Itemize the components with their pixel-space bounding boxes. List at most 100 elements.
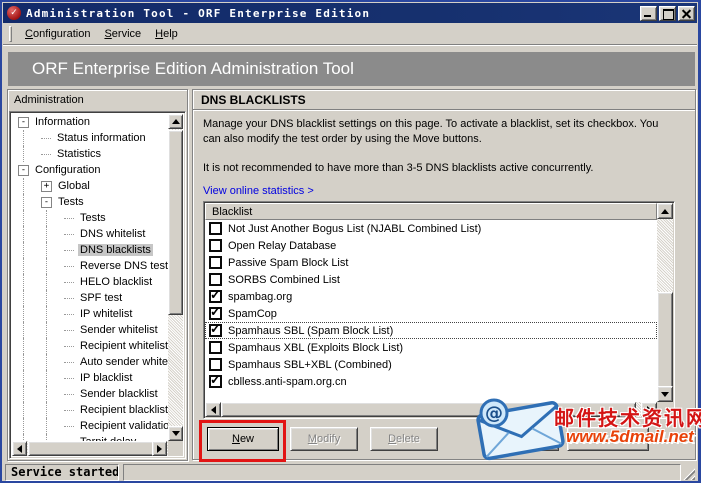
tree-expander[interactable] — [41, 138, 51, 139]
blacklist-checkbox[interactable] — [209, 375, 222, 388]
blacklist-row[interactable]: Spamhaus XBL (Exploits Block List) — [205, 339, 657, 356]
tree-item-label[interactable]: Sender blacklist — [78, 388, 160, 400]
tree-item[interactable]: IP whitelist — [12, 306, 168, 322]
blacklist-row[interactable]: Passive Spam Block List — [205, 254, 657, 271]
tree-item-label[interactable]: Recipient blacklist — [78, 404, 168, 416]
blacklist-checkbox[interactable] — [209, 222, 222, 235]
new-button[interactable]: New — [207, 427, 279, 451]
move-up-button[interactable]: Move Up — [489, 427, 559, 451]
tree-item[interactable]: - Information — [12, 114, 168, 130]
menu-service[interactable]: Service — [97, 26, 148, 42]
tree-scroll-down-button[interactable] — [168, 426, 183, 441]
tree-item[interactable]: Tests — [12, 210, 168, 226]
tree-item-label[interactable]: Configuration — [33, 164, 102, 176]
tree-expander[interactable] — [64, 426, 74, 427]
tree-scroll-left-button[interactable] — [12, 441, 27, 456]
tree-item-label[interactable]: IP blacklist — [78, 372, 134, 384]
tree-item[interactable]: HELO blacklist — [12, 274, 168, 290]
tree-item[interactable]: Auto sender whitelist — [12, 354, 168, 370]
maximize-button[interactable] — [659, 6, 676, 21]
list-vscrollbar-thumb[interactable] — [657, 292, 673, 388]
blacklist-checkbox[interactable] — [209, 239, 222, 252]
menu-configuration[interactable]: Configuration — [18, 26, 97, 42]
tree-item-label[interactable]: DNS blacklists — [78, 244, 153, 256]
tree-item[interactable]: Recipient blacklist — [12, 402, 168, 418]
tree-item[interactable]: Recipient whitelist — [12, 338, 168, 354]
delete-button[interactable]: Delete — [370, 427, 438, 451]
tree-item-label[interactable]: Auto sender whitelist — [78, 356, 168, 368]
tree-expander[interactable] — [64, 266, 74, 267]
tree-item-label[interactable]: Recipient whitelist — [78, 340, 168, 352]
modify-button[interactable]: Modify — [290, 427, 358, 451]
tree-expander[interactable] — [64, 394, 74, 395]
tree-expander[interactable] — [64, 346, 74, 347]
blacklist-checkbox[interactable] — [209, 358, 222, 371]
blacklist-checkbox[interactable] — [209, 273, 222, 286]
tree-item[interactable]: - Tests — [12, 194, 168, 210]
minimize-button[interactable] — [640, 6, 657, 21]
tree-item[interactable]: IP blacklist — [12, 370, 168, 386]
tree-item[interactable]: SPF test — [12, 290, 168, 306]
resize-grip[interactable] — [682, 467, 695, 480]
move-down-button[interactable]: Move Down — [567, 427, 649, 451]
tree-item-label[interactable]: Reverse DNS test — [78, 260, 168, 272]
tree-expander[interactable] — [64, 234, 74, 235]
tree-expander[interactable] — [64, 378, 74, 379]
blacklist-column-header[interactable]: Blacklist — [205, 203, 657, 220]
tree-item-label[interactable]: Statistics — [55, 148, 103, 160]
tree-expander[interactable] — [64, 218, 74, 219]
list-scroll-up-button[interactable] — [657, 203, 673, 219]
tree-item-label[interactable]: Tests — [56, 196, 86, 208]
tree-item-label[interactable]: Information — [33, 116, 92, 128]
tree-scroll-right-button[interactable] — [152, 441, 167, 456]
blacklist-row[interactable]: SpamCop — [205, 305, 657, 322]
menu-help[interactable]: Help — [148, 26, 185, 42]
tree-expander[interactable] — [64, 330, 74, 331]
list-scroll-down-button[interactable] — [657, 386, 673, 402]
blacklist-row[interactable]: Open Relay Database — [205, 237, 657, 254]
blacklist-checkbox[interactable] — [209, 307, 222, 320]
tree-item-label[interactable]: Tests — [78, 212, 108, 224]
blacklist-row[interactable]: Spamhaus SBL (Spam Block List) — [205, 322, 657, 339]
tree-item-label[interactable]: HELO blacklist — [78, 276, 154, 288]
tree-vscrollbar-thumb[interactable] — [168, 130, 183, 315]
tree-expander[interactable] — [64, 314, 74, 315]
tree-item-label[interactable]: IP whitelist — [78, 308, 134, 320]
tree-item[interactable]: Sender whitelist — [12, 322, 168, 338]
blacklist-checkbox[interactable] — [209, 324, 222, 337]
blacklist-row[interactable]: cblless.anti-spam.org.cn — [205, 373, 657, 390]
tree-expander[interactable] — [64, 250, 74, 251]
tree-expander[interactable] — [64, 410, 74, 411]
tree-hscrollbar-thumb[interactable] — [28, 441, 155, 456]
tree-expander[interactable] — [64, 282, 74, 283]
tree-expander[interactable]: - — [18, 165, 29, 176]
list-hscrollbar-thumb[interactable] — [221, 402, 636, 417]
tree-item[interactable]: Sender blacklist — [12, 386, 168, 402]
tree-item[interactable]: DNS blacklists — [12, 242, 168, 258]
blacklist-checkbox[interactable] — [209, 341, 222, 354]
tree-item-label[interactable]: DNS whitelist — [78, 228, 147, 240]
blacklist-row[interactable]: Spamhaus SBL+XBL (Combined) — [205, 356, 657, 373]
tree-item-label[interactable]: Sender whitelist — [78, 324, 160, 336]
list-scroll-left-button[interactable] — [205, 402, 221, 417]
tree-expander[interactable] — [64, 362, 74, 363]
list-scroll-right-button[interactable] — [641, 402, 657, 417]
tree-item[interactable]: Recipient validation — [12, 418, 168, 434]
blacklist-row[interactable]: SORBS Combined List — [205, 271, 657, 288]
tree-item[interactable]: Statistics — [12, 146, 168, 162]
view-online-statistics-link[interactable]: View online statistics > — [203, 185, 314, 197]
tree-item[interactable]: DNS whitelist — [12, 226, 168, 242]
tree-expander[interactable]: - — [18, 117, 29, 128]
tree-expander[interactable]: - — [41, 197, 52, 208]
blacklist-checkbox[interactable] — [209, 290, 222, 303]
tree-item[interactable]: + Global — [12, 178, 168, 194]
blacklist-row[interactable]: Not Just Another Bogus List (NJABL Combi… — [205, 220, 657, 237]
tree-item[interactable]: - Configuration — [12, 162, 168, 178]
tree-item-label[interactable]: SPF test — [78, 292, 124, 304]
blacklist-checkbox[interactable] — [209, 256, 222, 269]
tree-expander[interactable] — [41, 154, 51, 155]
tree-expander[interactable] — [64, 298, 74, 299]
tree-item[interactable]: Status information — [12, 130, 168, 146]
menu-grip[interactable] — [9, 26, 12, 42]
tree-item-label[interactable]: Recipient validation — [78, 420, 168, 432]
